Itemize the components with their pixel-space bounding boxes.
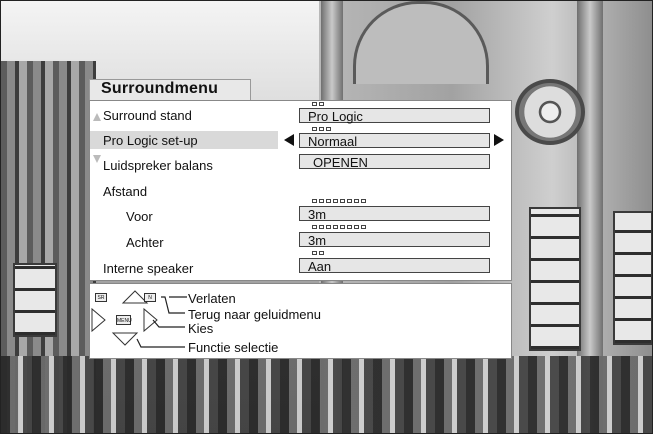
value-indicator <box>312 102 324 106</box>
screen-frame: Surroundmenu Surround stand Pro Logic Pr… <box>0 0 653 434</box>
help-function-label: Functie selectie <box>188 340 279 355</box>
help-back-label: Terug naar geluidmenu <box>188 307 321 322</box>
help-exit-label: Verlaten <box>188 291 236 306</box>
value-indicator <box>312 251 324 255</box>
help-select-label: Kies <box>188 321 214 336</box>
nav-right-icon <box>143 307 158 333</box>
menu-item-pro-logic-setup[interactable]: Pro Logic set-up <box>103 133 198 148</box>
menu-item-voor[interactable]: Voor <box>126 209 153 224</box>
value-indicator <box>312 225 366 229</box>
menu-item-surround-stand[interactable]: Surround stand <box>103 108 192 123</box>
menu-key-icon: MENU <box>116 315 132 325</box>
n-key-icon: N <box>144 293 156 302</box>
value-indicator <box>312 127 331 131</box>
value-indicator <box>312 199 366 203</box>
pro-logic-setup-value[interactable]: Normaal <box>299 133 490 149</box>
sr-key-icon: SR <box>95 293 107 302</box>
surround-stand-value[interactable]: Pro Logic <box>299 108 490 124</box>
nav-down-icon <box>111 332 139 346</box>
background-window <box>613 211 652 345</box>
achter-value[interactable]: 3m <box>299 232 490 248</box>
menu-item-interne-speaker[interactable]: Interne speaker <box>103 261 193 276</box>
arrow-left-icon[interactable] <box>284 134 294 146</box>
background-window <box>13 263 57 337</box>
menu-item-afstand: Afstand <box>103 184 148 199</box>
background-crowd <box>1 356 652 433</box>
luidspreker-balans-value[interactable]: OPENEN <box>299 154 490 170</box>
scroll-up-icon <box>93 113 101 121</box>
interne-speaker-value[interactable]: Aan <box>299 258 490 274</box>
menu-item-luidspreker-balans[interactable]: Luidspreker balans <box>103 158 213 173</box>
surround-menu-panel <box>89 100 512 281</box>
menu-title: Surroundmenu <box>101 80 219 97</box>
background-window <box>529 207 581 351</box>
nav-left-icon <box>91 307 106 333</box>
scroll-down-icon <box>93 155 101 163</box>
background-rose-window <box>515 79 585 145</box>
voor-value[interactable]: 3m <box>299 206 490 222</box>
menu-item-achter[interactable]: Achter <box>126 235 164 250</box>
arrow-right-icon[interactable] <box>494 134 504 146</box>
